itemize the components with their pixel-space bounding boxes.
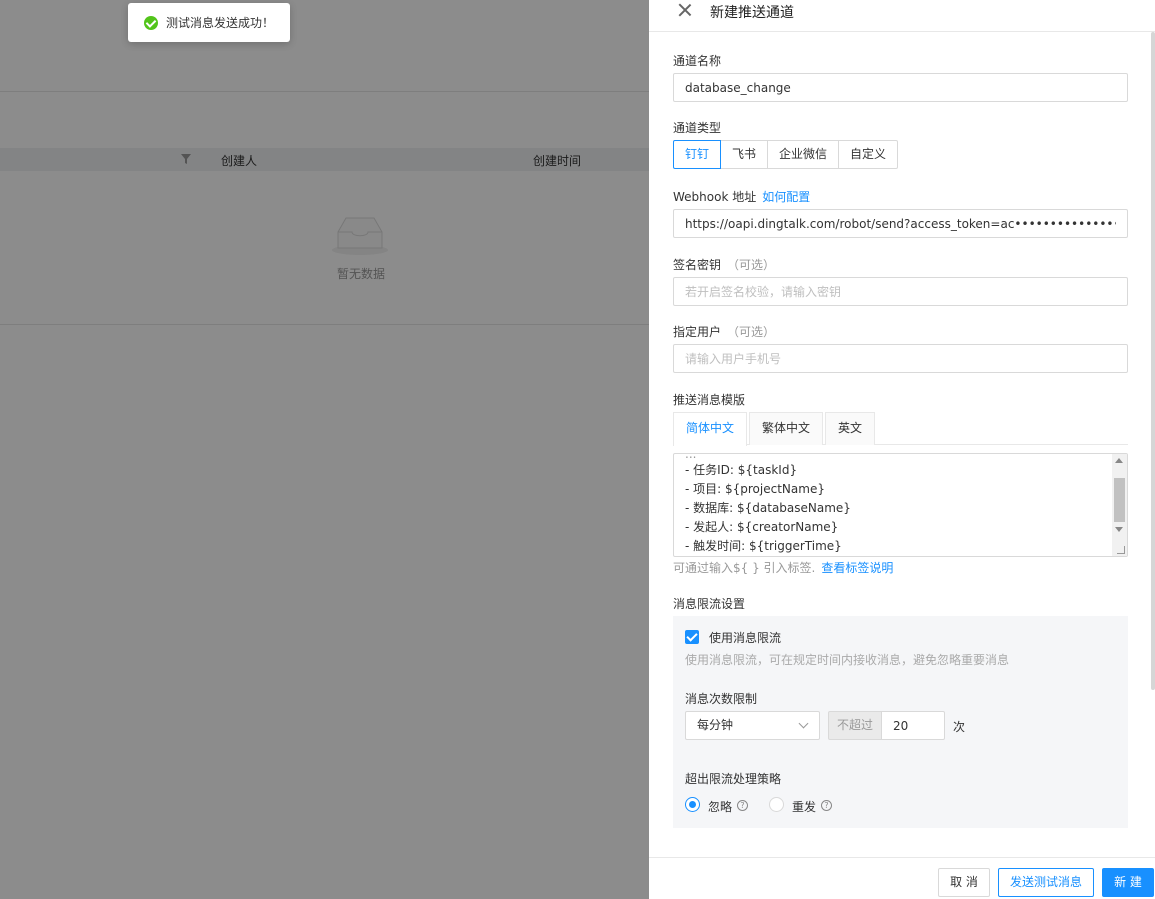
rate-limit-description: 使用消息限流，可在规定时间内接收消息，避免忽略重要消息 xyxy=(685,653,1010,667)
rate-limit-label: 消息限流设置 xyxy=(673,595,745,612)
label-text: 推送消息模版 xyxy=(673,393,746,407)
scroll-up-icon[interactable] xyxy=(1115,458,1123,463)
strategy-resend-label[interactable]: 重发 xyxy=(792,798,816,815)
template-language-tabs: 简体中文 繁体中文 英文 xyxy=(673,412,1128,446)
webhook-input[interactable] xyxy=(673,209,1128,238)
drawer-footer: 取 消 发送测试消息 新 建 xyxy=(649,857,1155,899)
template-line: - 触发时间: ${triggerTime} xyxy=(685,539,842,553)
label-text: 消息限流设置 xyxy=(673,597,746,611)
label-text: 签名密钥 xyxy=(673,258,722,272)
strategy-ignore-label[interactable]: 忽略 xyxy=(708,798,732,815)
channel-name-label: 通道名称 xyxy=(673,52,721,69)
users-label: 指定用户 （可选） xyxy=(673,323,775,340)
template-label: 推送消息模版 xyxy=(673,391,745,408)
template-line: - 任务ID: ${taskId} xyxy=(685,463,798,477)
how-to-config-link[interactable]: 如何配置 xyxy=(762,190,810,204)
drawer-scrollbar[interactable] xyxy=(1151,32,1155,690)
channel-type-custom[interactable]: 自定义 xyxy=(838,140,899,169)
drawer-header: 新建推送通道 xyxy=(649,0,1155,32)
template-line: - 发起人: ${creatorName} xyxy=(685,520,839,534)
template-hint: 可通过输入${ } 引入标签. 查看标签说明 xyxy=(673,559,893,576)
chevron-down-icon xyxy=(798,718,809,729)
secret-label: 签名密钥 （可选） xyxy=(673,256,775,273)
help-icon[interactable]: ? xyxy=(737,800,748,811)
channel-type-selector: 钉钉 飞书 企业微信 自定义 xyxy=(673,140,899,169)
not-exceed-addon: 不超过 xyxy=(828,711,882,740)
users-input[interactable] xyxy=(673,344,1128,373)
period-select[interactable]: 每分钟 xyxy=(685,711,820,740)
channel-type-dingtalk[interactable]: 钉钉 xyxy=(673,140,722,169)
channel-name-input[interactable] xyxy=(673,73,1128,102)
drawer-title: 新建推送通道 xyxy=(710,5,794,21)
check-circle-icon xyxy=(144,15,158,30)
optional-tag: （可选） xyxy=(727,325,776,339)
template-line: - 项目: ${projectName} xyxy=(685,482,825,496)
optional-tag: （可选） xyxy=(727,258,776,272)
close-icon[interactable] xyxy=(678,3,692,17)
toast-message: 测试消息发送成功！ xyxy=(166,16,275,30)
enable-rate-limit-label[interactable]: 使用消息限流 xyxy=(709,629,781,646)
tab-simplified-chinese[interactable]: 简体中文 xyxy=(673,412,748,446)
tab-traditional-chinese[interactable]: 繁体中文 xyxy=(749,412,824,445)
template-line: - 数据库: ${databaseName} xyxy=(685,501,851,515)
send-test-message-button[interactable]: 发送测试消息 xyxy=(998,868,1094,897)
enable-rate-limit-checkbox[interactable] xyxy=(685,630,699,644)
create-button[interactable]: 新 建 xyxy=(1102,868,1154,897)
webhook-label: Webhook 地址 如何配置 xyxy=(673,188,810,205)
rate-limit-panel: 使用消息限流 使用消息限流，可在规定时间内接收消息，避免忽略重要消息 消息次数限… xyxy=(673,616,1128,828)
tag-docs-link[interactable]: 查看标签说明 xyxy=(821,561,893,575)
strategy-resend-radio[interactable] xyxy=(769,797,784,812)
help-icon[interactable]: ? xyxy=(821,800,832,811)
label-text: 指定用户 xyxy=(673,325,722,339)
count-unit: 次 xyxy=(953,720,966,734)
secret-input[interactable] xyxy=(673,277,1128,306)
label-text: Webhook 地址 xyxy=(673,190,757,204)
strategy-label: 超出限流处理策略 xyxy=(685,772,782,786)
period-value: 每分钟 xyxy=(697,718,734,732)
count-limit-label: 消息次数限制 xyxy=(685,692,758,706)
template-line-partial: ... xyxy=(685,453,697,461)
count-input[interactable] xyxy=(881,711,945,740)
template-textarea[interactable]: ... - 任务ID: ${taskId} - 项目: ${projectNam… xyxy=(673,453,1128,557)
tab-english[interactable]: 英文 xyxy=(825,412,876,445)
success-toast: 测试消息发送成功！ xyxy=(128,3,290,42)
label-text: 通道类型 xyxy=(673,121,722,135)
channel-type-wecom[interactable]: 企业微信 xyxy=(767,140,840,169)
strategy-ignore-radio[interactable] xyxy=(685,797,700,812)
cancel-button[interactable]: 取 消 xyxy=(938,868,990,897)
scroll-thumb[interactable] xyxy=(1114,478,1125,522)
scroll-down-icon[interactable] xyxy=(1115,527,1123,532)
resize-handle-icon[interactable] xyxy=(1117,546,1125,554)
textarea-scrollbar[interactable] xyxy=(1112,454,1127,556)
create-channel-drawer: 新建推送通道 通道名称 通道类型 钉钉 飞书 企业微信 自定义 Webhook … xyxy=(649,0,1155,899)
channel-type-feishu[interactable]: 飞书 xyxy=(720,140,769,169)
channel-type-label: 通道类型 xyxy=(673,119,721,136)
hint-text: 可通过输入${ } 引入标签. xyxy=(673,561,816,575)
label-text: 通道名称 xyxy=(673,54,722,68)
